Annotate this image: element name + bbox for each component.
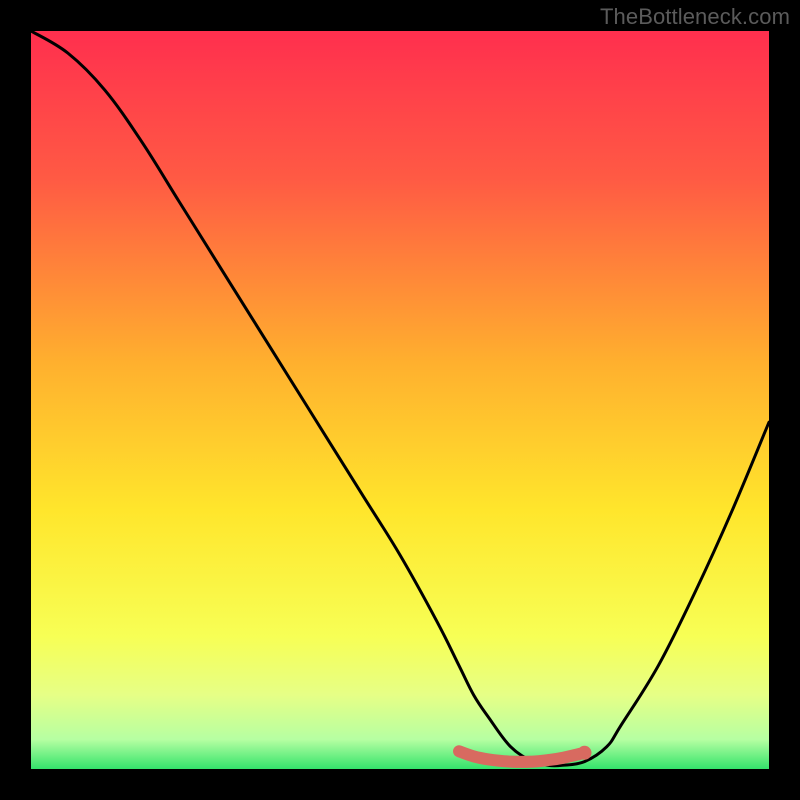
watermark-text: TheBottleneck.com [600,4,790,30]
chart-svg [31,31,769,769]
chart-frame [31,31,769,769]
optimal-point-marker [578,746,592,760]
